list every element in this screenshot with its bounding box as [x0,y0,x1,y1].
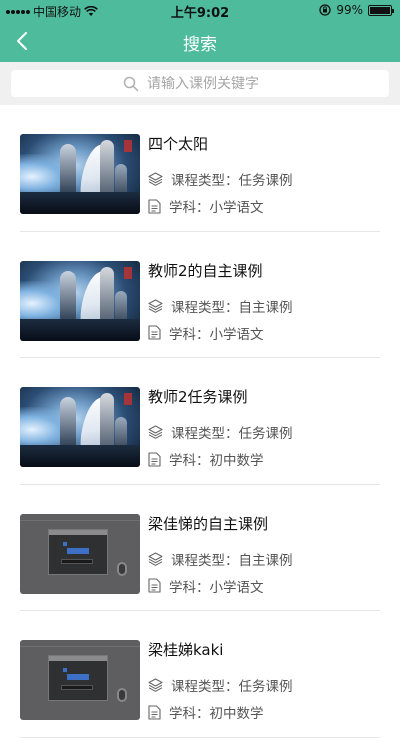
course-type: 课程类型：任务课例 [171,679,293,695]
battery-percent: 99% [336,3,363,17]
document-icon [148,198,161,214]
course-subject-row: 学科：初中数学 [148,449,264,469]
battery-icon [368,4,394,16]
list-item[interactable]: 教师2任务课例 课程类型：任务课例 学科：初中数学 [20,358,380,485]
desktop-screenshot-image [20,513,140,594]
document-icon [148,578,161,593]
course-type: 课程类型：任务课例 [171,426,293,442]
document-icon [148,451,161,467]
course-title: 教师2任务课例 [148,388,248,406]
status-right: 99% [319,3,394,17]
layers-icon [148,551,163,566]
course-type: 课程类型：自主课例 [171,552,293,569]
document-icon [148,325,161,340]
course-subject: 学科：初中数学 [169,706,264,722]
fantasy-art-image [20,134,140,214]
layers-icon [148,298,163,313]
course-type-row: 课程类型：任务课例 [148,169,293,189]
course-type-row: 课程类型：自主课例 [148,296,293,316]
course-subject-row: 学科：小学语文 [148,576,264,596]
course-title: 教师2的自主课例 [148,261,263,280]
search-box[interactable] [11,70,389,97]
result-list: 四个太阳 课程类型：任务课例 学科：小学语文 教师2的自主课例 课程类型：自主课… [0,105,400,738]
list-item[interactable]: 教师2的自主课例 课程类型：自主课例 学科：小学语文 [20,232,380,358]
search-area [0,62,400,105]
fantasy-art-image [20,260,140,341]
course-subject-row: 学科：初中数学 [148,702,264,722]
layers-icon [148,172,163,186]
desktop-screenshot-image [20,640,140,720]
course-subject: 学科：初中数学 [169,453,264,469]
course-title: 四个太阳 [148,135,209,153]
course-title: 梁佳悌的自主课例 [148,514,269,533]
course-type: 课程类型：任务课例 [171,173,293,189]
course-title: 梁桂娣kaki [148,641,224,659]
orientation-lock-icon [319,4,331,16]
course-thumbnail [20,513,140,594]
course-subject: 学科：小学语文 [169,200,264,216]
status-bar: 中国移动 上午9:02 99% [0,0,400,21]
list-item[interactable]: 四个太阳 课程类型：任务课例 学科：小学语文 [20,105,380,232]
course-type: 课程类型：自主课例 [171,299,293,316]
course-subject-row: 学科：小学语文 [148,196,264,216]
nav-bar: 搜索 [0,20,400,62]
course-type-row: 课程类型：任务课例 [148,675,293,695]
course-type-row: 课程类型：自主课例 [148,549,293,569]
course-type-row: 课程类型：任务课例 [148,422,293,442]
fantasy-art-image [20,387,140,467]
course-thumbnail [20,640,140,720]
layers-icon [148,425,163,439]
list-item[interactable]: 梁桂娣kaki 课程类型：任务课例 学科：初中数学 [20,611,380,738]
course-subject: 学科：小学语文 [169,579,264,596]
document-icon [148,704,161,720]
course-thumbnail [20,387,140,467]
course-subject-row: 学科：小学语文 [148,323,264,343]
page-title: 搜索 [183,35,217,55]
search-input[interactable] [147,75,277,92]
course-subject: 学科：小学语文 [169,326,264,343]
course-thumbnail [20,134,140,214]
search-icon [123,76,139,91]
layers-icon [148,678,163,692]
list-item[interactable]: 梁佳悌的自主课例 课程类型：自主课例 学科：小学语文 [20,485,380,611]
course-thumbnail [20,260,140,341]
